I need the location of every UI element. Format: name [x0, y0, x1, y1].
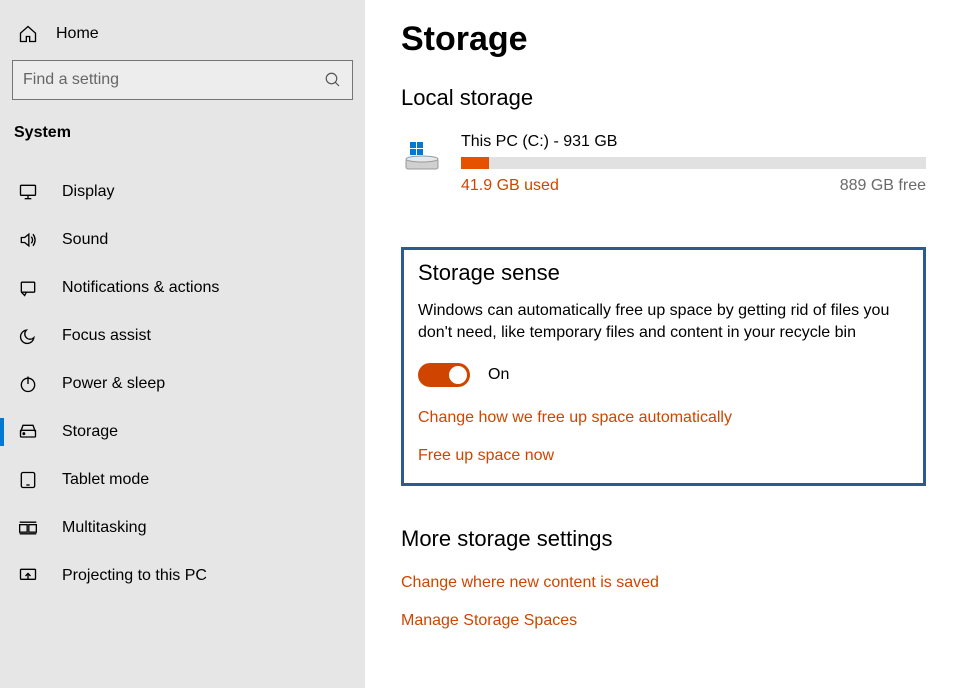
- nav-label: Sound: [62, 231, 108, 249]
- used-label: 41.9 GB used: [461, 177, 559, 195]
- nav-label: Tablet mode: [62, 471, 149, 489]
- link-manage-storage-spaces[interactable]: Manage Storage Spaces: [401, 612, 926, 630]
- storage-sense-title: Storage sense: [418, 260, 909, 286]
- link-change-content-location[interactable]: Change where new content is saved: [401, 574, 926, 592]
- settings-sidebar: Home System Display Sound Notifications …: [0, 0, 365, 688]
- link-free-up-now[interactable]: Free up space now: [418, 447, 909, 465]
- nav-label: Power & sleep: [62, 375, 165, 393]
- nav-label: Projecting to this PC: [62, 567, 207, 585]
- drive-info: This PC (C:) - 931 GB 41.9 GB used 889 G…: [461, 133, 926, 195]
- link-change-free-up[interactable]: Change how we free up space automaticall…: [418, 409, 909, 427]
- nav-label: Display: [62, 183, 114, 201]
- nav-item-sound[interactable]: Sound: [10, 216, 355, 264]
- nav-item-display[interactable]: Display: [10, 168, 355, 216]
- drive-footer: 41.9 GB used 889 GB free: [461, 177, 926, 195]
- home-nav[interactable]: Home: [10, 16, 355, 60]
- notification-icon: [16, 278, 40, 298]
- drive-c-row[interactable]: This PC (C:) - 931 GB 41.9 GB used 889 G…: [401, 133, 926, 195]
- moon-icon: [16, 326, 40, 346]
- nav-item-multitasking[interactable]: Multitasking: [10, 504, 355, 552]
- drive-name: This PC (C:) - 931 GB: [461, 133, 926, 151]
- search-input[interactable]: [23, 71, 324, 89]
- storage-sense-description: Windows can automatically free up space …: [418, 300, 909, 345]
- drive-icon: [16, 422, 40, 442]
- monitor-icon: [16, 182, 40, 202]
- page-title: Storage: [401, 20, 926, 59]
- nav-item-projecting[interactable]: Projecting to this PC: [10, 552, 355, 600]
- storage-sense-section: Storage sense Windows can automatically …: [401, 247, 926, 486]
- nav-item-storage[interactable]: Storage: [10, 408, 355, 456]
- category-label: System: [10, 124, 355, 168]
- toggle-knob: [449, 366, 467, 384]
- home-icon: [16, 24, 40, 44]
- search-box[interactable]: [12, 60, 353, 100]
- nav-item-power-sleep[interactable]: Power & sleep: [10, 360, 355, 408]
- speaker-icon: [16, 230, 40, 250]
- more-settings-title: More storage settings: [401, 526, 926, 552]
- nav-label: Storage: [62, 423, 118, 441]
- project-icon: [16, 566, 40, 586]
- search-icon: [324, 71, 342, 89]
- storage-sense-toggle-row: On: [418, 363, 909, 387]
- storage-bar-fill: [461, 157, 489, 169]
- toggle-state-label: On: [488, 366, 509, 384]
- nav-item-notifications[interactable]: Notifications & actions: [10, 264, 355, 312]
- multitask-icon: [16, 518, 40, 538]
- power-icon: [16, 374, 40, 394]
- nav-item-focus-assist[interactable]: Focus assist: [10, 312, 355, 360]
- nav-label: Focus assist: [62, 327, 151, 345]
- hard-drive-icon: [401, 133, 443, 195]
- storage-bar: [461, 157, 926, 169]
- tablet-icon: [16, 470, 40, 490]
- nav-list: Display Sound Notifications & actions Fo…: [10, 168, 355, 600]
- local-storage-title: Local storage: [401, 85, 926, 111]
- nav-label: Multitasking: [62, 519, 146, 537]
- main-content: Storage Local storage This PC (C:) - 931…: [365, 0, 966, 688]
- nav-item-tablet-mode[interactable]: Tablet mode: [10, 456, 355, 504]
- home-label: Home: [56, 25, 99, 43]
- nav-label: Notifications & actions: [62, 279, 219, 297]
- storage-sense-toggle[interactable]: [418, 363, 470, 387]
- free-label: 889 GB free: [840, 177, 926, 195]
